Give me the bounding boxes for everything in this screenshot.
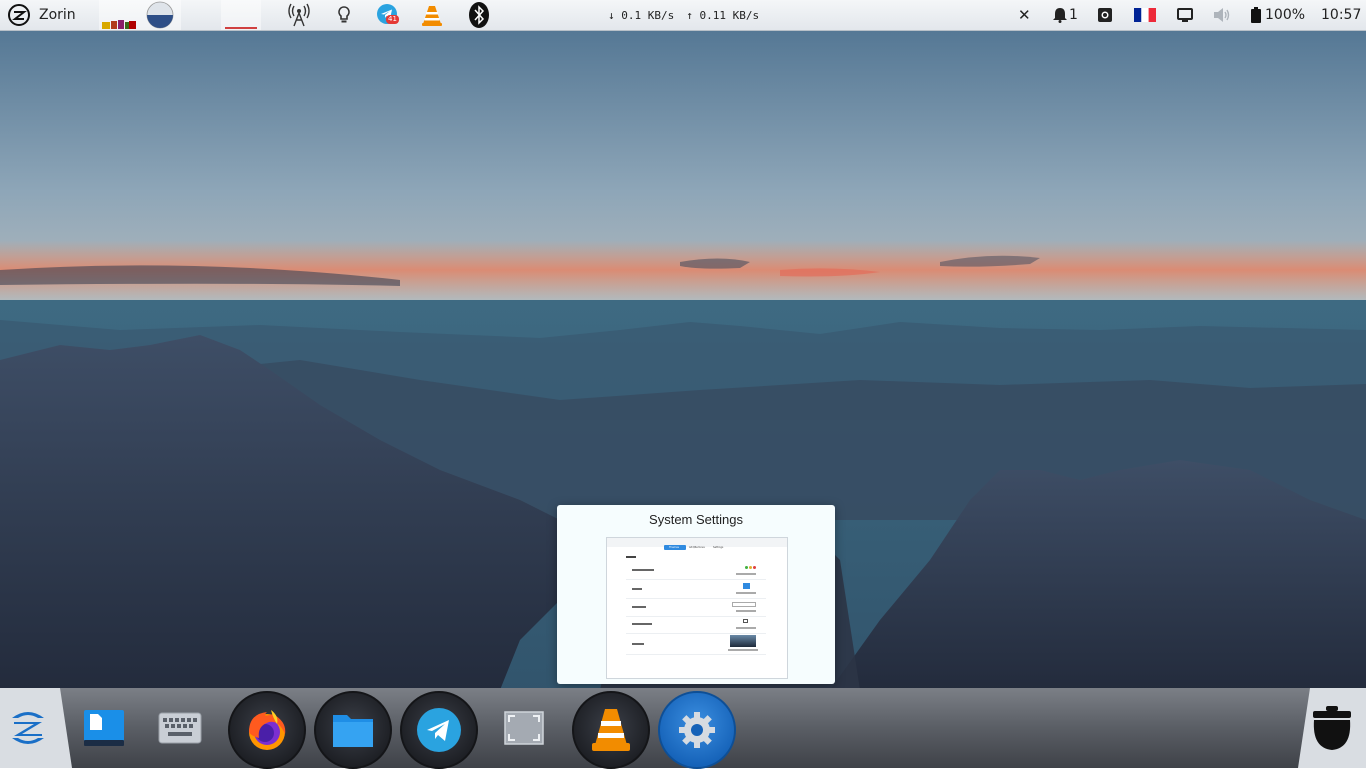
screenshot-icon bbox=[504, 711, 544, 745]
keyboard-icon bbox=[158, 712, 202, 744]
menu-label: Zorin bbox=[39, 7, 76, 23]
thumb-row bbox=[626, 562, 766, 580]
telegram-badge: 41 bbox=[386, 15, 399, 24]
preview-thumbnail[interactable]: Themes Add/Remove Settings bbox=[606, 537, 788, 679]
battery-button[interactable]: 100% bbox=[1251, 0, 1305, 30]
thumb-tab-settings: Settings bbox=[713, 546, 724, 549]
wireless-tower-button[interactable] bbox=[288, 0, 310, 30]
network-speed-applet[interactable]: ↓ 0.1 KB/s ↑ 0.11 KB/s bbox=[608, 0, 759, 30]
notifications-button[interactable]: 1 bbox=[1053, 0, 1078, 30]
battery-percent: 100% bbox=[1265, 7, 1306, 23]
thumb-row bbox=[626, 634, 766, 655]
notifications-count: 1 bbox=[1069, 7, 1078, 23]
thumb-row bbox=[626, 616, 766, 634]
firefox-icon bbox=[249, 710, 286, 750]
volume-icon bbox=[1214, 8, 1230, 22]
system-monitor-applet[interactable] bbox=[99, 0, 141, 30]
screenshot-icon bbox=[1098, 8, 1112, 22]
thumb-row bbox=[626, 599, 766, 617]
text-editor-icon bbox=[84, 710, 124, 746]
telegram-icon bbox=[417, 708, 461, 752]
dock-text-editor[interactable] bbox=[66, 690, 142, 766]
dock-trash[interactable] bbox=[1298, 690, 1366, 766]
thumb-row bbox=[626, 581, 766, 599]
folder-icon bbox=[333, 715, 373, 747]
volume-button[interactable] bbox=[1213, 0, 1231, 30]
bluetooth-button[interactable] bbox=[469, 0, 489, 30]
lightbulb-icon bbox=[338, 6, 350, 23]
dock-screenshot[interactable] bbox=[486, 690, 562, 766]
preview-title: System Settings bbox=[649, 512, 743, 527]
battery-icon bbox=[1251, 7, 1261, 23]
system-monitor-icon bbox=[102, 20, 136, 29]
bluetooth-icon bbox=[469, 2, 489, 28]
dock-firefox[interactable] bbox=[228, 691, 306, 769]
network-down-speed: ↓ 0.1 KB/s bbox=[608, 8, 675, 22]
thumb-tab-themes: Themes bbox=[664, 545, 686, 550]
gear-icon bbox=[679, 712, 715, 748]
zorin-logo-icon bbox=[8, 4, 30, 26]
redshift-button[interactable] bbox=[337, 0, 351, 30]
keyboard-layout-button[interactable] bbox=[1134, 0, 1156, 30]
dock-vlc[interactable] bbox=[572, 691, 650, 769]
graph-applet[interactable] bbox=[221, 0, 261, 30]
network-up-speed: ↑ 0.11 KB/s bbox=[686, 8, 760, 22]
dock-system-settings[interactable] bbox=[658, 691, 736, 769]
thumb-heading bbox=[626, 556, 636, 558]
clock: 10:57 bbox=[1321, 7, 1362, 23]
wireless-tower-icon bbox=[288, 3, 310, 27]
top-panel: Zorin 41 ↓ 0.1 KB/s ↑ 0.11 KB/s ✕ 1 100%… bbox=[0, 0, 1366, 31]
dock-telegram[interactable] bbox=[400, 691, 478, 769]
disk-usage-icon bbox=[146, 1, 174, 29]
thumb-tab-add-remove: Add/Remove bbox=[689, 546, 705, 549]
dock-onboard-keyboard[interactable] bbox=[142, 690, 218, 766]
vlc-icon bbox=[592, 709, 630, 751]
dock-files[interactable] bbox=[314, 691, 392, 769]
screenshot-tray-button[interactable] bbox=[1097, 0, 1113, 30]
display-icon bbox=[1177, 8, 1193, 22]
close-icon: ✕ bbox=[1018, 6, 1031, 24]
window-preview[interactable]: System Settings Themes Add/Remove Settin… bbox=[557, 505, 835, 684]
clock-button[interactable]: 10:57 bbox=[1321, 0, 1361, 30]
zorin-logo-icon bbox=[12, 712, 44, 744]
display-button[interactable] bbox=[1177, 0, 1193, 30]
telegram-tray-button[interactable]: 41 bbox=[376, 0, 400, 30]
vlc-icon bbox=[422, 6, 442, 26]
flag-icon bbox=[1134, 8, 1156, 22]
close-button[interactable]: ✕ bbox=[1018, 0, 1031, 30]
notification-bell-icon bbox=[1053, 8, 1067, 23]
vlc-tray-button[interactable] bbox=[421, 0, 443, 30]
disk-usage-applet[interactable] bbox=[141, 0, 181, 30]
zorin-menu-button[interactable]: Zorin bbox=[8, 0, 76, 30]
dock-zorin-menu[interactable] bbox=[0, 690, 56, 766]
trash-icon bbox=[1313, 706, 1351, 750]
network-graph-icon bbox=[225, 27, 257, 29]
